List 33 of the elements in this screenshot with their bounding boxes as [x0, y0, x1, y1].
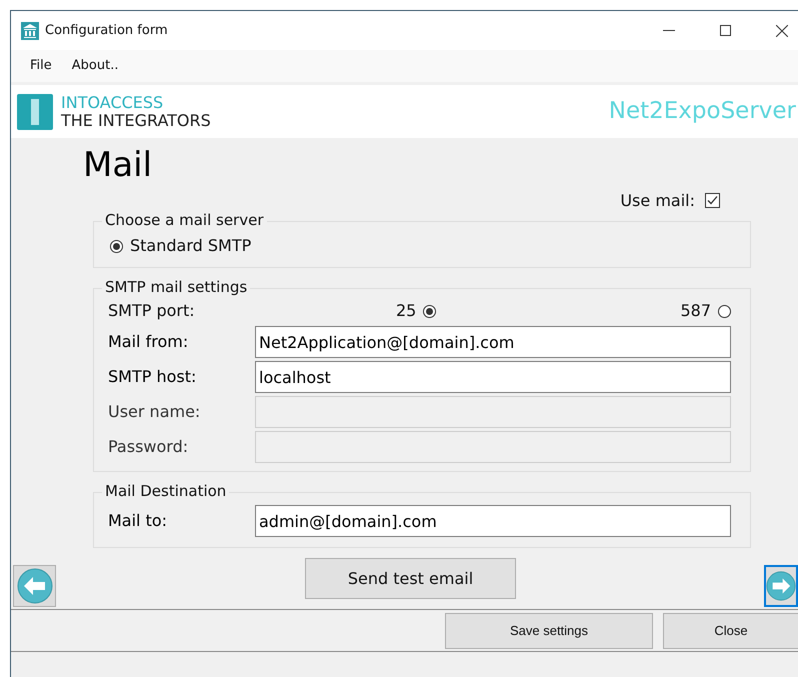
field-label: User name: — [108, 401, 202, 423]
save-settings-button[interactable]: Save settings — [445, 612, 653, 648]
radio-label: Standard SMTP — [130, 235, 252, 257]
input-field[interactable]: localhost — [255, 361, 731, 393]
maximize-icon[interactable] — [720, 25, 731, 36]
logo-text: INTOACCESS — [61, 94, 164, 112]
next-button[interactable] — [764, 564, 798, 606]
input-field[interactable]: admin@[domain].com — [255, 505, 731, 537]
use-mail-label: Use mail: — [620, 190, 695, 212]
logo-icon — [17, 94, 53, 130]
field-label: Mail from: — [108, 331, 190, 353]
use-mail-checkbox[interactable] — [705, 193, 720, 208]
close-button[interactable]: Close — [663, 612, 798, 648]
field-label: SMTP host: — [108, 366, 198, 388]
field-label: Password: — [108, 436, 190, 458]
input-field[interactable]: Net2Application@[domain].com — [255, 326, 731, 358]
radio-button[interactable] — [110, 240, 123, 252]
menu-item[interactable]: About.. — [72, 56, 118, 76]
logo-tagline: THE INTEGRATORS — [61, 112, 212, 130]
radio-button[interactable] — [423, 304, 436, 318]
window-title: Configuration form — [45, 22, 169, 40]
product-name: Net2ExpoServer — [608, 97, 796, 126]
back-button[interactable] — [13, 564, 56, 606]
field-label: Mail to: — [108, 510, 168, 532]
menu-item[interactable]: File — [30, 56, 52, 76]
page-title: Mail — [83, 145, 152, 185]
send-test-email-button[interactable]: Send test email — [305, 558, 516, 599]
radio-label: 587 — [680, 300, 711, 322]
radio-label: 25 — [396, 300, 416, 322]
close-icon[interactable] — [776, 24, 788, 36]
radio-button[interactable] — [718, 304, 731, 318]
app-icon — [21, 22, 39, 40]
field-label: SMTP port: — [108, 300, 196, 322]
